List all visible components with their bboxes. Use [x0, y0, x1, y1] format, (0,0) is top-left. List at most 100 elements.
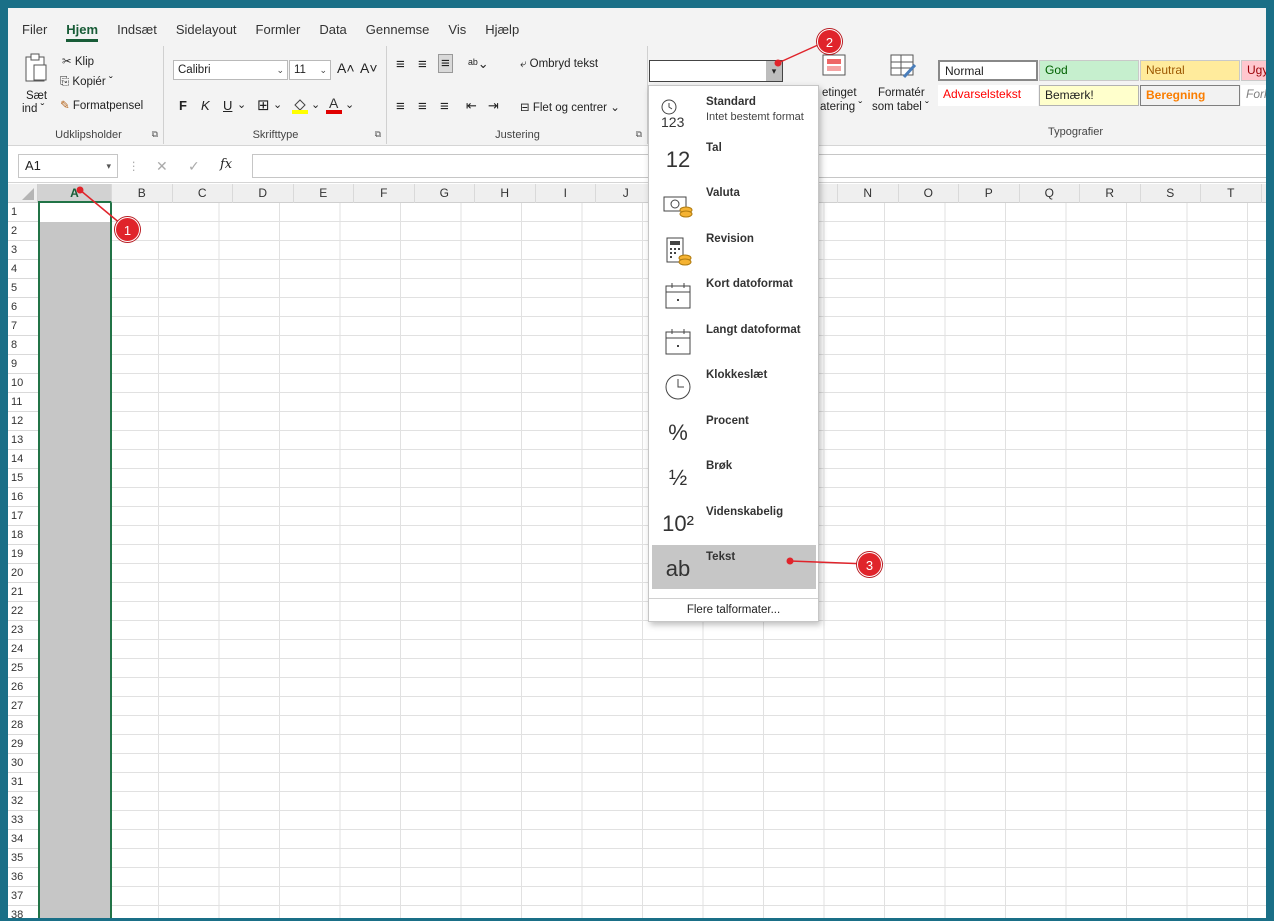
- row-header[interactable]: 9: [8, 355, 38, 374]
- select-all-corner[interactable]: [8, 184, 38, 203]
- row-header[interactable]: 22: [8, 602, 38, 621]
- tab-hjælp[interactable]: Hjælp: [485, 20, 519, 42]
- column-header-d[interactable]: D: [233, 184, 294, 203]
- column-header-e[interactable]: E: [294, 184, 354, 203]
- row-header[interactable]: 21: [8, 583, 38, 602]
- dialog-launcher-icon[interactable]: ⧉: [375, 129, 381, 140]
- row-header[interactable]: 37: [8, 887, 38, 906]
- row-header[interactable]: 36: [8, 868, 38, 887]
- align-bottom-icon[interactable]: ≡: [438, 54, 453, 73]
- row-header[interactable]: 16: [8, 488, 38, 507]
- fill-dropdown-icon[interactable]: ⌄: [311, 98, 320, 111]
- column-header-b[interactable]: B: [112, 184, 173, 203]
- format-painter-button[interactable]: ✎ Formatpensel: [60, 98, 143, 112]
- row-header[interactable]: 14: [8, 450, 38, 469]
- more-number-formats-link[interactable]: Flere talformater...: [649, 598, 818, 620]
- row-header[interactable]: 23: [8, 621, 38, 640]
- cell-style-6[interactable]: Beregning: [1140, 85, 1240, 106]
- row-header[interactable]: 25: [8, 659, 38, 678]
- cell-style-5[interactable]: Bemærk!: [1039, 85, 1139, 106]
- copy-button[interactable]: ⎘ Kopiér ˇ: [60, 76, 113, 89]
- grow-font-button[interactable]: A˄: [337, 60, 355, 76]
- cell-style-4[interactable]: Advarselstekst: [938, 85, 1038, 106]
- row-header[interactable]: 18: [8, 526, 38, 545]
- number-format-option-kort-datoformat[interactable]: Kort datoformat: [652, 272, 816, 316]
- borders-dropdown-icon[interactable]: ⌄: [273, 98, 282, 111]
- insert-function-icon[interactable]: fx: [220, 157, 232, 172]
- tab-vis[interactable]: Vis: [448, 20, 466, 42]
- merge-center-button[interactable]: ⊟ Flet og centrer ⌄: [520, 100, 620, 114]
- wrap-text-button[interactable]: ⤶ Ombryd tekst: [520, 58, 598, 71]
- row-header[interactable]: 3: [8, 241, 38, 260]
- cut-button[interactable]: ✂ Klip: [62, 54, 94, 68]
- paste-label-1[interactable]: Sæt: [26, 90, 47, 102]
- number-format-option-klokkeslæt[interactable]: Klokkeslæt: [652, 363, 816, 407]
- dialog-launcher-icon[interactable]: ⧉: [636, 129, 642, 140]
- cancel-icon[interactable]: ✕: [156, 158, 168, 175]
- align-top-icon[interactable]: ≡: [396, 56, 405, 73]
- column-header-q[interactable]: Q: [1020, 184, 1080, 203]
- column-header-f[interactable]: F: [354, 184, 415, 203]
- number-format-option-brøk[interactable]: ½ Brøk: [652, 454, 816, 498]
- row-header[interactable]: 24: [8, 640, 38, 659]
- chevron-down-icon[interactable]: ▾: [766, 61, 782, 81]
- bold-button[interactable]: F: [179, 98, 187, 113]
- paste-icon[interactable]: [22, 52, 50, 84]
- cell-style-3[interactable]: Ugylc: [1241, 60, 1266, 81]
- enter-icon[interactable]: ✓: [188, 158, 200, 175]
- row-header[interactable]: 6: [8, 298, 38, 317]
- column-header-c[interactable]: C: [173, 184, 233, 203]
- decrease-indent-icon[interactable]: ⇤: [466, 98, 477, 114]
- row-header[interactable]: 19: [8, 545, 38, 564]
- row-header[interactable]: 7: [8, 317, 38, 336]
- number-format-option-tal[interactable]: 12 Tal: [652, 136, 816, 180]
- shrink-font-button[interactable]: A˅: [360, 60, 378, 76]
- row-header[interactable]: 13: [8, 431, 38, 450]
- format-as-table-label-2[interactable]: som tabel ˇ: [872, 101, 929, 113]
- column-header-r[interactable]: R: [1080, 184, 1141, 203]
- cell-style-7[interactable]: Forkl: [1241, 85, 1266, 106]
- row-header[interactable]: 29: [8, 735, 38, 754]
- row-header[interactable]: 34: [8, 830, 38, 849]
- active-cell-a1[interactable]: [40, 203, 110, 222]
- orientation-icon[interactable]: ᵃᵇ⌄: [468, 56, 489, 72]
- cell-style-0[interactable]: Normal: [938, 60, 1038, 81]
- number-format-option-tekst[interactable]: ab Tekst: [652, 545, 816, 589]
- font-name-combo[interactable]: Calibri ⌄: [173, 60, 288, 80]
- row-header[interactable]: 26: [8, 678, 38, 697]
- number-format-option-revision[interactable]: Revision: [652, 227, 816, 271]
- font-size-combo[interactable]: 11 ⌄: [289, 60, 331, 80]
- increase-indent-icon[interactable]: ⇥: [488, 98, 499, 114]
- column-header-a[interactable]: A: [38, 184, 112, 203]
- conditional-format-label-2[interactable]: atering ˇ: [820, 101, 862, 113]
- align-left-icon[interactable]: ≡: [396, 98, 405, 115]
- row-header[interactable]: 10: [8, 374, 38, 393]
- cell-style-1[interactable]: God: [1039, 60, 1139, 81]
- row-header[interactable]: 28: [8, 716, 38, 735]
- column-header-h[interactable]: H: [475, 184, 536, 203]
- font-color-icon[interactable]: A: [325, 95, 343, 115]
- number-format-option-standard[interactable]: 123 Standard Intet bestemt format: [652, 90, 816, 134]
- number-format-option-langt-datoformat[interactable]: Langt datoformat: [652, 318, 816, 362]
- column-header-o[interactable]: O: [899, 184, 959, 203]
- column-header-g[interactable]: G: [415, 184, 475, 203]
- column-header-n[interactable]: N: [838, 184, 899, 203]
- row-header[interactable]: 17: [8, 507, 38, 526]
- column-header-i[interactable]: I: [536, 184, 596, 203]
- format-as-table-icon[interactable]: [888, 52, 918, 80]
- row-header[interactable]: 4: [8, 260, 38, 279]
- tab-data[interactable]: Data: [319, 20, 346, 42]
- format-as-table-label-1[interactable]: Formatér: [878, 87, 925, 99]
- align-middle-icon[interactable]: ≡: [418, 56, 427, 73]
- tab-sidelayout[interactable]: Sidelayout: [176, 20, 237, 42]
- tab-hjem[interactable]: Hjem: [66, 20, 99, 42]
- row-header[interactable]: 31: [8, 773, 38, 792]
- row-header[interactable]: 20: [8, 564, 38, 583]
- row-header[interactable]: 2: [8, 222, 38, 241]
- row-header[interactable]: 11: [8, 393, 38, 412]
- underline-button[interactable]: U: [223, 98, 232, 113]
- name-box[interactable]: A1 ▾: [18, 154, 118, 178]
- row-header[interactable]: 12: [8, 412, 38, 431]
- font-color-dropdown-icon[interactable]: ⌄: [345, 98, 354, 111]
- column-header-s[interactable]: S: [1141, 184, 1201, 203]
